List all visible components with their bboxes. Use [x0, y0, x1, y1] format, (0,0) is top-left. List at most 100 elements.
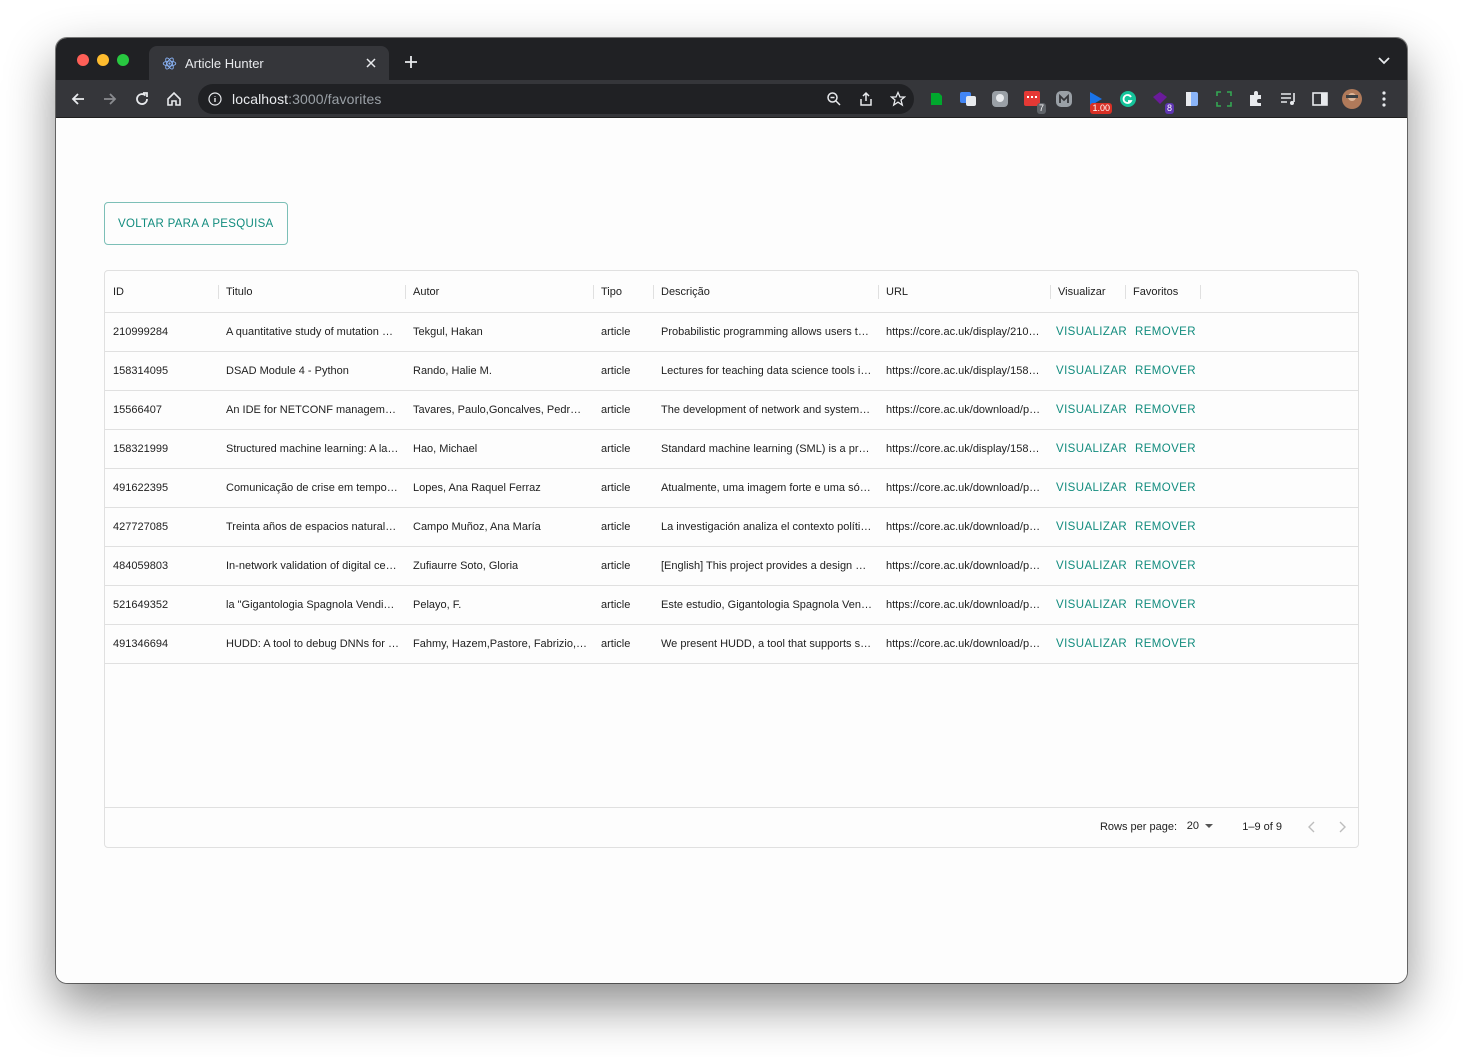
remove-button[interactable]: REMOVER: [1135, 404, 1196, 416]
previous-page-icon[interactable]: [1304, 819, 1320, 835]
cell-id: 210999284: [113, 326, 169, 338]
view-button[interactable]: VISUALIZAR: [1056, 326, 1127, 338]
address-bar[interactable]: localhost:3000/favorites: [198, 84, 914, 114]
cell-url: https://core.ac.uk/download/pd…: [886, 404, 1044, 416]
docs-extension-icon[interactable]: [1182, 89, 1202, 109]
remove-button[interactable]: REMOVER: [1135, 599, 1196, 611]
cell-url: https://core.ac.uk/display/2109…: [886, 326, 1044, 338]
remove-button[interactable]: REMOVER: [1135, 638, 1196, 650]
cell-title: In-network validation of digital cer…: [226, 560, 399, 572]
view-button-cell: VISUALIZAR: [1050, 547, 1130, 585]
kebab-menu-icon[interactable]: [1374, 89, 1394, 109]
forward-arrow-icon[interactable]: [100, 89, 120, 109]
view-button-cell: VISUALIZAR: [1050, 625, 1130, 663]
rows-per-page-select[interactable]: 20: [1187, 820, 1214, 832]
remove-button[interactable]: REMOVER: [1135, 365, 1196, 377]
column-header-url[interactable]: URL: [878, 271, 1050, 313]
view-button-cell: VISUALIZAR: [1050, 391, 1130, 429]
cell-author: Zufiaurre Soto, Gloria: [413, 560, 519, 572]
cell-author: Tekgul, Hakan: [413, 326, 483, 338]
view-button[interactable]: VISUALIZAR: [1056, 560, 1127, 572]
remove-button-cell: REMOVER: [1130, 352, 1205, 390]
column-header-id[interactable]: ID: [105, 271, 218, 313]
info-icon[interactable]: [208, 92, 222, 106]
media-controls-icon[interactable]: [1278, 89, 1298, 109]
column-header-type[interactable]: Tipo: [593, 271, 653, 313]
screenshot-extension-icon[interactable]: [1214, 89, 1234, 109]
back-to-search-button[interactable]: VOLTAR PARA A PESQUISA: [104, 202, 288, 245]
bookmark-star-icon[interactable]: [889, 90, 907, 107]
pagination-range: 1–9 of 9: [1242, 821, 1282, 833]
chevron-down-icon[interactable]: [1377, 53, 1393, 69]
share-icon[interactable]: [858, 91, 874, 107]
remove-button[interactable]: REMOVER: [1135, 521, 1196, 533]
zoom-icon[interactable]: [826, 91, 842, 107]
cell-title: A quantitative study of mutation a…: [226, 326, 399, 338]
table-row[interactable]: 491622395 Comunicação de crise em tempo……: [105, 469, 1358, 508]
m-extension-icon[interactable]: [1054, 89, 1074, 109]
purple-extension-icon[interactable]: 8: [1150, 89, 1174, 114]
lightbulb-extension-icon[interactable]: [990, 89, 1010, 109]
close-tab-icon[interactable]: [361, 53, 381, 73]
home-icon[interactable]: [164, 89, 184, 109]
cell-description: La investigación analiza el contexto pol…: [661, 521, 872, 533]
table-header: ID Titulo Autor Tipo Descrição URL Visua…: [105, 271, 1358, 313]
column-header-author[interactable]: Autor: [405, 271, 593, 313]
react-logo-icon: [161, 55, 177, 71]
translate-extension-icon[interactable]: [958, 89, 978, 109]
view-button[interactable]: VISUALIZAR: [1056, 443, 1127, 455]
maximize-window-button[interactable]: [117, 54, 129, 66]
evernote-extension-icon[interactable]: [926, 89, 946, 109]
column-header-title[interactable]: Titulo: [218, 271, 405, 313]
remove-button[interactable]: REMOVER: [1135, 482, 1196, 494]
table-row[interactable]: 15566407 An IDE for NETCONF manageme… Ta…: [105, 391, 1358, 430]
remove-button[interactable]: REMOVER: [1135, 326, 1196, 338]
back-arrow-icon[interactable]: [68, 89, 88, 109]
browser-toolbar: localhost:3000/favorites 7 1.00 8: [56, 80, 1407, 118]
column-separator[interactable]: [1200, 285, 1201, 299]
view-button[interactable]: VISUALIZAR: [1056, 599, 1127, 611]
column-header-view[interactable]: Visualizar: [1050, 271, 1125, 313]
dropdown-arrow-icon: [1205, 824, 1213, 828]
cell-url: https://core.ac.uk/download/pd…: [886, 521, 1044, 533]
reload-icon[interactable]: [132, 89, 152, 109]
column-header-favorites[interactable]: Favoritos: [1125, 271, 1200, 313]
puzzle-extensions-icon[interactable]: [1246, 89, 1266, 109]
minimize-window-button[interactable]: [97, 54, 109, 66]
cell-author: Hao, Michael: [413, 443, 478, 455]
table-row[interactable]: 158321999 Structured machine learning: A…: [105, 430, 1358, 469]
table-row[interactable]: 210999284 A quantitative study of mutati…: [105, 313, 1358, 352]
side-panel-icon[interactable]: [1310, 89, 1330, 109]
browser-tab[interactable]: Article Hunter: [149, 46, 389, 80]
new-tab-icon[interactable]: [400, 51, 422, 73]
column-header-description[interactable]: Descrição: [653, 271, 878, 313]
view-button[interactable]: VISUALIZAR: [1056, 482, 1127, 494]
remove-button[interactable]: REMOVER: [1135, 443, 1196, 455]
view-button[interactable]: VISUALIZAR: [1056, 365, 1127, 377]
cell-url: https://core.ac.uk/display/1583…: [886, 365, 1044, 377]
view-button-cell: VISUALIZAR: [1050, 508, 1130, 546]
close-window-button[interactable]: [77, 54, 89, 66]
view-button[interactable]: VISUALIZAR: [1056, 521, 1127, 533]
cell-author: Campo Muñoz, Ana María: [413, 521, 541, 533]
table-row[interactable]: 427727085 Treinta años de espacios natur…: [105, 508, 1358, 547]
next-page-icon[interactable]: [1334, 819, 1350, 835]
profile-avatar[interactable]: [1342, 89, 1362, 109]
view-button[interactable]: VISUALIZAR: [1056, 638, 1127, 650]
table-row[interactable]: 484059803 In-network validation of digit…: [105, 547, 1358, 586]
grammarly-extension-icon[interactable]: [1118, 89, 1138, 109]
remove-button-cell: REMOVER: [1130, 586, 1205, 624]
remove-button-cell: REMOVER: [1130, 469, 1205, 507]
cell-author: Pelayo, F.: [413, 599, 462, 611]
cell-id: 158314095: [113, 365, 169, 377]
remove-button-cell: REMOVER: [1130, 313, 1205, 351]
cell-description: Standard machine learning (SML) is a pro…: [661, 443, 872, 455]
todo-extension-icon[interactable]: 7: [1022, 89, 1046, 114]
table-row[interactable]: 521649352 la "Gigantologia Spagnola Vend…: [105, 586, 1358, 625]
view-button[interactable]: VISUALIZAR: [1056, 404, 1127, 416]
remove-button[interactable]: REMOVER: [1135, 560, 1196, 572]
video-speed-extension-icon[interactable]: 1.00: [1086, 89, 1112, 114]
remove-button-cell: REMOVER: [1130, 625, 1205, 663]
table-row[interactable]: 491346694 HUDD: A tool to debug DNNs for…: [105, 625, 1358, 664]
table-row[interactable]: 158314095 DSAD Module 4 - Python Rando, …: [105, 352, 1358, 391]
